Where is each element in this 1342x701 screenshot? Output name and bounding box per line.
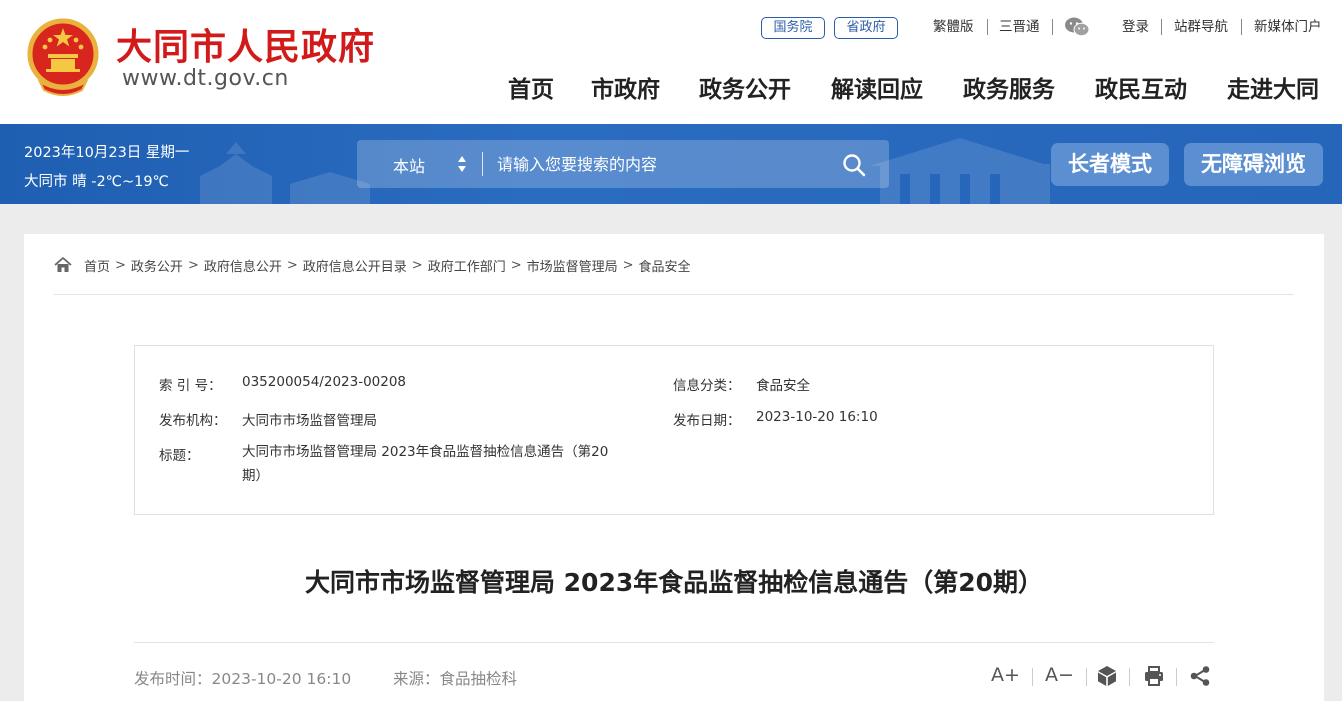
site-name[interactable]: 大同市人民政府 <box>116 18 375 70</box>
breadcrumb-gov-affairs[interactable]: 政务公开 <box>131 256 183 275</box>
breadcrumb-separator: > <box>187 257 199 273</box>
nav-interaction[interactable]: 政民互动 <box>1095 70 1187 104</box>
title-label: 标题： <box>159 448 200 464</box>
publisher-label: 发布机构： <box>159 413 227 429</box>
elder-mode-button[interactable]: 长者模式 <box>1051 143 1169 186</box>
index-number-value: 035200054/2023-00208 <box>242 374 407 390</box>
nav-about-datong[interactable]: 走进大同 <box>1227 70 1319 104</box>
top-link-divider <box>1052 19 1053 35</box>
top-link-divider <box>987 19 988 35</box>
breadcrumb-separator: > <box>510 257 522 273</box>
nav-interpretation[interactable]: 解读回应 <box>831 70 923 104</box>
current-date: 2023年10月23日 星期一 <box>24 145 190 161</box>
search-icon[interactable] <box>841 152 867 178</box>
traditional-chinese-link[interactable]: 繁體版 <box>933 17 974 37</box>
index-number-label: 索 引 号： <box>159 378 222 394</box>
breadcrumb: 首页 > 政务公开 > 政府信息公开 > 政府信息公开目录 > 政府工作部门 >… <box>54 254 691 276</box>
accessibility-button[interactable]: 无障碍浏览 <box>1184 143 1323 186</box>
new-media-link[interactable]: 新媒体门户 <box>1254 17 1322 37</box>
nav-gov-services[interactable]: 政务服务 <box>963 70 1055 104</box>
sort-arrows-icon[interactable] <box>457 153 467 175</box>
publish-time: 发布时间：2023-10-20 16:10 <box>134 670 352 688</box>
sanjintong-link[interactable]: 三晋通 <box>999 17 1040 37</box>
publish-date-label: 发布日期： <box>673 413 741 429</box>
tool-divider <box>1176 668 1177 686</box>
breadcrumb-separator: > <box>115 257 126 273</box>
print-icon[interactable] <box>1143 664 1165 688</box>
login-link[interactable]: 登录 <box>1122 17 1149 37</box>
publisher-value: 大同市市场监督管理局 <box>242 413 377 429</box>
category-value: 食品安全 <box>756 378 810 394</box>
wechat-icon[interactable] <box>1064 16 1090 38</box>
search-input[interactable] <box>497 148 837 180</box>
nav-city-government[interactable]: 市政府 <box>591 70 660 104</box>
breadcrumb-divider <box>54 294 1294 295</box>
tool-divider <box>1086 668 1087 686</box>
home-icon[interactable] <box>54 257 72 273</box>
publish-date-value: 2023-10-20 16:10 <box>756 409 878 425</box>
nav-home[interactable]: 首页 <box>508 70 554 104</box>
search-divider <box>482 152 483 176</box>
state-council-link[interactable]: 国务院 <box>761 17 825 39</box>
breadcrumb-separator: > <box>286 257 298 273</box>
font-larger-button[interactable]: A+ <box>991 664 1020 688</box>
search-box: 本站 <box>357 140 889 188</box>
article-title: 大同市市场监督管理局 2023年食品监督抽检信息通告（第20期） <box>304 568 1044 597</box>
breadcrumb-gov-departments[interactable]: 政府工作部门 <box>428 256 506 275</box>
top-link-divider <box>1241 19 1242 35</box>
category-label: 信息分类： <box>673 378 741 394</box>
breadcrumb-separator: > <box>622 257 634 273</box>
breadcrumb-info-disclosure[interactable]: 政府信息公开 <box>204 256 282 275</box>
site-domain: www.dt.gov.cn <box>122 66 289 91</box>
tool-divider <box>1129 668 1130 686</box>
weather-info: 大同市 晴 -2℃~19℃ <box>24 174 169 190</box>
article-source: 来源：食品抽检科 <box>393 670 518 688</box>
metadata-box: 索 引 号： 035200054/2023-00208 信息分类： 食品安全 发… <box>134 345 1214 515</box>
search-banner: 2023年10月23日 星期一 大同市 晴 -2℃~19℃ 本站 长者模式 无障… <box>0 124 1342 204</box>
tool-divider <box>1032 668 1033 686</box>
title-value: 大同市市场监督管理局 2023年食品监督抽检信息通告（第20期） <box>242 444 609 484</box>
breadcrumb-disclosure-catalog[interactable]: 政府信息公开目录 <box>303 256 407 275</box>
breadcrumb-home[interactable]: 首页 <box>84 256 110 275</box>
breadcrumb-separator: > <box>411 257 423 273</box>
title-divider <box>134 642 1214 643</box>
site-header: 大同市人民政府 www.dt.gov.cn 国务院 省政府 繁體版 三晋通 登录… <box>0 0 1342 124</box>
site-nav-link[interactable]: 站群导航 <box>1174 17 1228 37</box>
top-link-divider <box>1161 19 1162 35</box>
cube-icon[interactable] <box>1096 664 1118 688</box>
breadcrumb-food-safety[interactable]: 食品安全 <box>639 256 691 275</box>
share-icon[interactable] <box>1189 664 1211 688</box>
nav-gov-affairs-disclosure[interactable]: 政务公开 <box>699 70 791 104</box>
article-card: 首页 > 政务公开 > 政府信息公开 > 政府信息公开目录 > 政府工作部门 >… <box>24 234 1324 701</box>
province-gov-link[interactable]: 省政府 <box>834 17 898 39</box>
breadcrumb-market-supervision[interactable]: 市场监督管理局 <box>527 256 618 275</box>
national-emblem-icon <box>27 18 99 96</box>
font-smaller-button[interactable]: A− <box>1045 664 1074 688</box>
search-scope-select[interactable]: 本站 <box>393 153 425 177</box>
